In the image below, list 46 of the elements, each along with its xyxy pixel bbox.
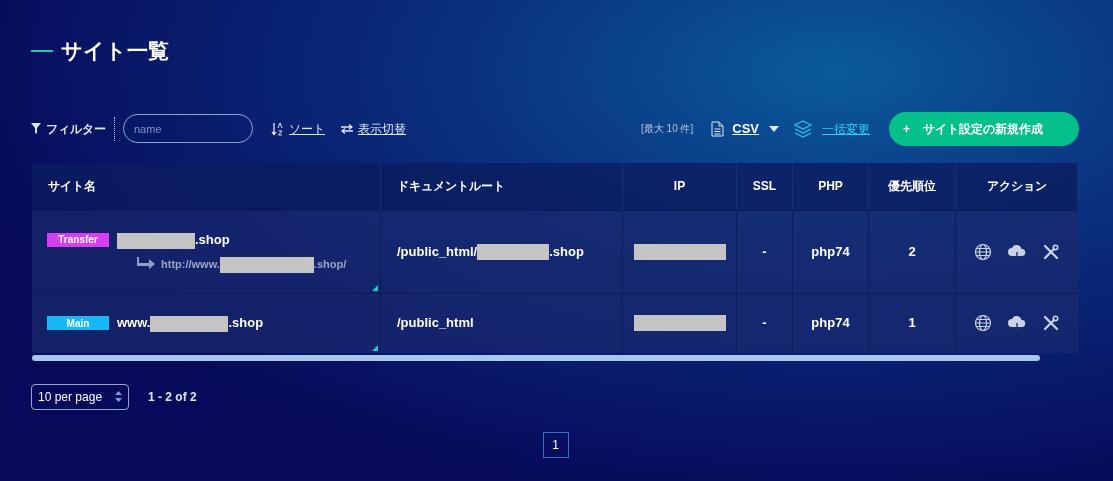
tools-icon[interactable] — [1042, 314, 1060, 332]
column-header: IP — [623, 162, 737, 210]
sort-link[interactable]: ソート — [289, 119, 325, 138]
redirect-arrow-icon — [137, 257, 155, 272]
view-toggle-link[interactable]: 表示切替 — [358, 119, 406, 138]
bulk-change-link[interactable]: 一括変更 — [822, 119, 870, 138]
php-cell: php74 — [793, 293, 869, 353]
site-name[interactable]: .shop — [117, 230, 230, 250]
priority-cell: 2 — [869, 210, 956, 293]
document-icon — [711, 120, 725, 137]
column-header: アクション — [956, 162, 1078, 210]
swap-icon — [341, 123, 353, 134]
priority-cell: 1 — [869, 293, 956, 353]
horizontal-scrollbar[interactable] — [32, 354, 1040, 361]
cloud-icon[interactable] — [1007, 242, 1027, 261]
ssl-cell: - — [737, 210, 793, 293]
site-name[interactable]: www. .shop — [117, 313, 264, 333]
filter-label: フィルター — [46, 120, 106, 138]
page-button[interactable]: 1 — [542, 431, 569, 458]
per-page-select[interactable]: 10 per page — [31, 383, 129, 410]
globe-icon[interactable] — [974, 242, 992, 261]
csv-link[interactable]: CSV — [732, 118, 759, 139]
filter-icon — [31, 123, 41, 134]
redirect-url: http://www. .shop/ — [161, 255, 347, 273]
sort-icon — [271, 121, 283, 136]
globe-icon[interactable] — [974, 314, 992, 332]
site-type-badge: Main — [47, 316, 109, 330]
page-title: サイト一覧 — [61, 38, 169, 64]
column-header: サイト名 — [32, 162, 381, 210]
caret-icon[interactable] — [769, 125, 779, 132]
cloud-icon[interactable] — [1007, 314, 1027, 332]
document-root: /public_html/ .shop — [381, 210, 623, 293]
site-type-badge: Transfer — [47, 232, 109, 247]
max-note: [最大 10 件] — [641, 122, 694, 136]
range-text: 1 - 2 of 2 — [148, 388, 197, 406]
column-header: PHP — [793, 162, 869, 210]
updown-icon — [115, 391, 122, 402]
document-root: /public_html — [381, 293, 623, 353]
ssl-cell: - — [737, 293, 793, 353]
php-cell: php74 — [793, 210, 869, 293]
filter-field[interactable]: name — [123, 114, 253, 143]
column-header: ドキュメントルート — [381, 162, 623, 210]
tools-icon[interactable] — [1042, 242, 1060, 261]
column-header: SSL — [737, 162, 793, 210]
column-header: 優先順位 — [869, 162, 956, 210]
layers-icon — [793, 118, 813, 139]
